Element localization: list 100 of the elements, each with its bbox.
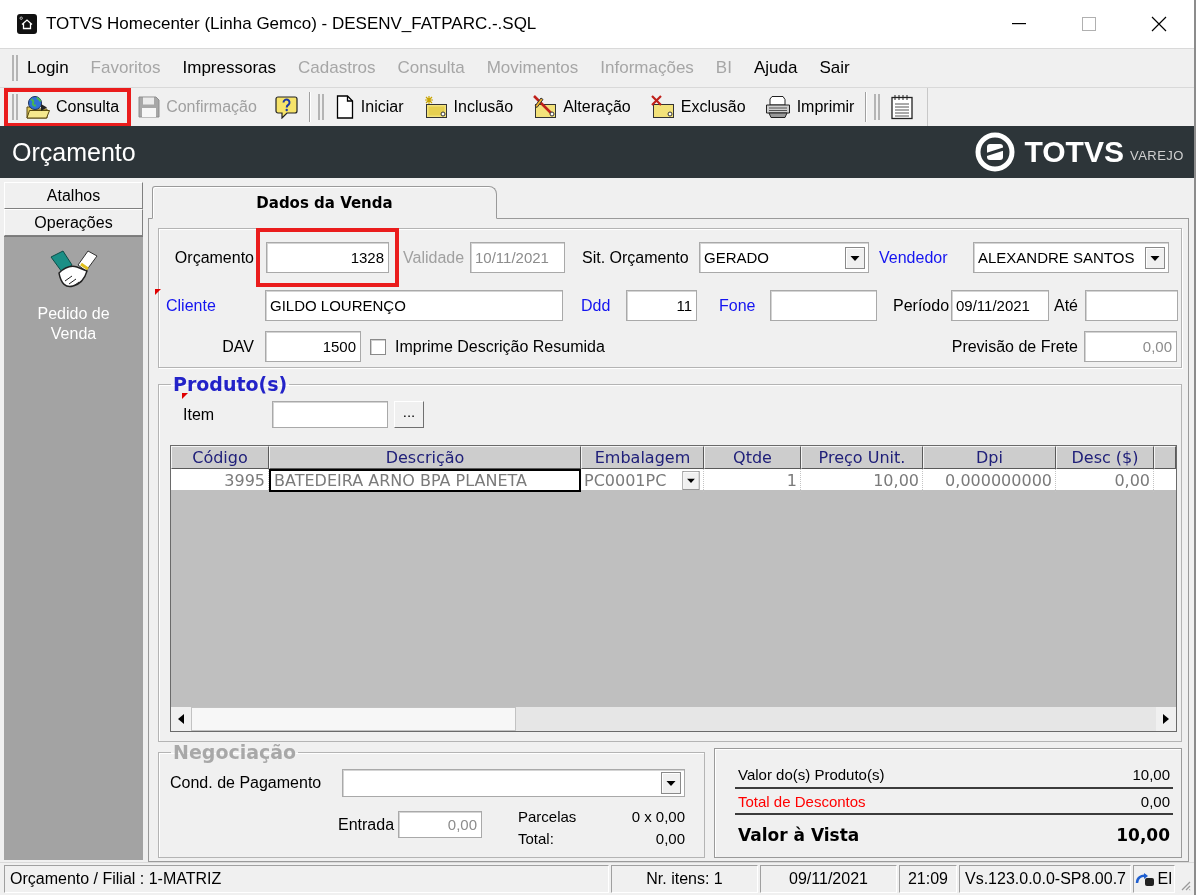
dropdown-field[interactable]: ALEXANDRE SANTOS	[973, 242, 1169, 273]
total-value: 10,00	[1132, 765, 1170, 783]
field-label: Entrada	[338, 815, 395, 834]
menu-item[interactable]: Sair	[819, 58, 850, 78]
sidebar-section-button[interactable]: Atalhos	[4, 182, 143, 209]
toolbar-button[interactable]: Exclusão	[643, 91, 752, 123]
dropdown-field[interactable]	[342, 769, 685, 797]
logo-tagline: VAREJO	[1129, 147, 1184, 163]
total-value: 10,00	[1116, 825, 1170, 845]
total-label: Valor à Vista	[738, 825, 860, 845]
column-header[interactable]	[1154, 446, 1176, 469]
status-text: Nr. itens: 1	[611, 865, 758, 893]
close-icon	[1151, 16, 1167, 32]
total-label: Valor do(s) Produto(s)	[738, 765, 885, 783]
toolbar-button[interactable]: Consulta	[20, 91, 126, 123]
field-label: Até	[1054, 296, 1078, 315]
input-field[interactable]: GILDO LOURENÇO	[265, 290, 563, 321]
dropdown-field[interactable]: GERADO	[699, 242, 869, 273]
logo-name: TOTVS	[1024, 135, 1124, 169]
folder-pencil-icon	[532, 95, 558, 119]
app-icon	[17, 14, 37, 34]
printer-icon	[764, 95, 791, 119]
group-title: Negociação	[172, 742, 298, 762]
field-label: Vendedor	[879, 248, 948, 267]
input-field[interactable]	[272, 401, 388, 428]
resize-grip-icon[interactable]	[1179, 879, 1191, 891]
folder-cross-icon	[649, 95, 675, 119]
logo-icon	[975, 132, 1016, 172]
info-value: 0 x 0,00	[630, 807, 685, 825]
dropdown-arrow-icon	[661, 772, 681, 794]
browse-button[interactable]: ...	[394, 401, 424, 428]
input-field[interactable]: 11	[626, 290, 697, 321]
table-cell: BATEDEIRA ARNO BPA PLANETA	[269, 469, 581, 492]
scrollbar-thumb[interactable]	[191, 707, 516, 731]
field-label: Período	[893, 296, 950, 315]
total-value: 0,00	[1140, 792, 1170, 810]
right-arrow-icon	[1163, 714, 1169, 724]
status-text: Vs.123.0.0.0-SP8.00.7	[959, 865, 1131, 893]
checkbox[interactable]	[370, 338, 386, 355]
table-cell: 0,000000000	[923, 469, 1056, 492]
input-field[interactable]: 1500	[265, 331, 361, 362]
input-field[interactable]: 1328	[266, 242, 389, 273]
field-label: Cliente	[166, 296, 216, 315]
field-label: Orçamento	[174, 248, 254, 267]
field-label: Previsão de Frete	[951, 337, 1078, 356]
table-cell: 0,00	[1056, 469, 1154, 492]
column-header[interactable]: Desc ($)	[1056, 446, 1154, 469]
status-icon	[1135, 871, 1156, 887]
total-label: Total de Descontos	[738, 792, 866, 810]
input-field[interactable]	[770, 290, 877, 321]
input-field[interactable]	[1085, 290, 1178, 321]
dropdown-arrow-icon	[1145, 246, 1165, 269]
table-cell: 3995	[171, 469, 269, 492]
minimize-icon	[1012, 23, 1026, 25]
field-label: Validade	[403, 248, 465, 267]
status-text: 09/11/2021	[760, 865, 897, 893]
dropdown-field[interactable]: PC0001PC	[581, 469, 704, 492]
toolbar-button[interactable]: Iniciar	[328, 91, 410, 123]
page-title: Orçamento	[12, 137, 137, 167]
field-label: Fone	[719, 296, 756, 315]
menu-item[interactable]: Login	[27, 58, 69, 78]
column-header[interactable]: Dpi	[923, 446, 1056, 469]
folder-globe-icon	[26, 95, 50, 119]
info-value: 0,00	[654, 829, 685, 847]
info-label: Total:	[518, 829, 555, 847]
status-text: 21:09	[899, 865, 957, 893]
status-text: EI	[1157, 870, 1173, 888]
calendar-icon	[890, 94, 915, 120]
field-label: DAV	[222, 337, 254, 356]
info-label: Parcelas	[518, 807, 578, 825]
field-label: Cond. de Pagamento	[170, 774, 322, 792]
column-header[interactable]: Embalagem	[581, 446, 704, 469]
left-arrow-icon	[178, 714, 184, 724]
menu-item[interactable]: Impressoras	[182, 58, 277, 78]
window-title: TOTVS Homecenter (Linha Gemco) - DESENV_FATPARC.-.SQL	[46, 14, 538, 34]
document-icon	[334, 95, 355, 119]
tab[interactable]: Dados da Venda	[152, 186, 497, 219]
table-cell: 10,00	[801, 469, 923, 492]
field-label: Item	[183, 405, 215, 424]
column-header[interactable]: Código	[171, 446, 269, 469]
group-title: Produto(s)	[172, 374, 289, 394]
menu-item[interactable]: Ajuda	[753, 58, 798, 78]
dropdown-arrow-icon	[845, 246, 865, 269]
column-header[interactable]: Qtde	[704, 446, 801, 469]
field-label: Sit. Orçamento	[582, 248, 689, 267]
status-text: Orçamento / Filial : 1-MATRIZ	[4, 865, 609, 893]
toolbar-button[interactable]: Inclusão	[416, 91, 520, 123]
checkbox-label[interactable]: Imprime Descrição Resumida	[395, 337, 605, 356]
folder-sparkle-icon	[422, 95, 448, 119]
toolbar-button[interactable]: Imprimir	[758, 91, 861, 123]
column-header[interactable]: Descrição	[269, 446, 581, 469]
sidebar-section-button[interactable]: Operações	[4, 209, 143, 236]
input-field[interactable]: 0,00	[1084, 331, 1177, 362]
column-header[interactable]: Preço Unit.	[801, 446, 923, 469]
maximize-icon	[1082, 17, 1096, 31]
toolbar-button[interactable]: Alteração	[526, 91, 637, 123]
field-label: Ddd	[581, 296, 611, 315]
table-cell: 1	[704, 469, 801, 492]
input-field[interactable]: 09/11/2021	[951, 290, 1049, 321]
help-icon	[274, 95, 299, 119]
